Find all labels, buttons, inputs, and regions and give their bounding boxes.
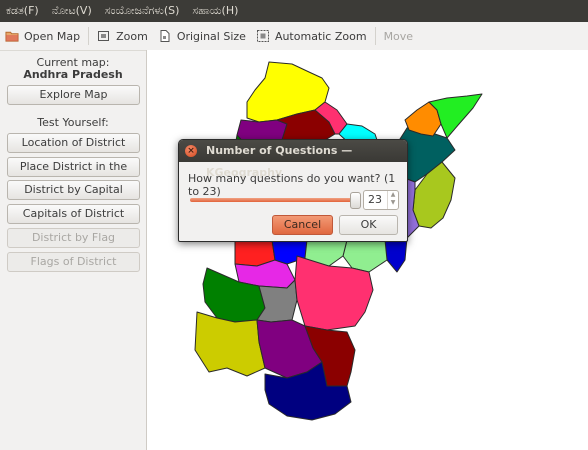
automatic-zoom-icon: [256, 29, 270, 43]
menu-file[interactable]: ಕಡತ(F): [0, 0, 46, 22]
toolbar: Open Map Zoom Original Size Automatic Zo…: [0, 22, 588, 51]
explore-map-button[interactable]: Explore Map: [7, 85, 140, 105]
test-yourself-label: Test Yourself:: [37, 116, 109, 129]
close-icon[interactable]: ×: [185, 145, 197, 157]
questions-slider-handle[interactable]: [350, 192, 361, 209]
sidebar: Current map: Andhra Pradesh Explore Map …: [0, 50, 146, 450]
folder-icon: [5, 29, 19, 43]
original-size-button[interactable]: Original Size: [153, 24, 251, 48]
place-district-button[interactable]: Place District in the Map: [7, 157, 140, 191]
menu-help[interactable]: ಸಹಾಯ(H): [186, 0, 245, 22]
move-label: Move: [383, 29, 414, 43]
original-size-label: Original Size: [176, 29, 246, 43]
toolbar-separator: [374, 27, 376, 45]
original-size-icon: [158, 29, 172, 43]
toolbar-separator: [88, 27, 90, 45]
current-map-name: Andhra Pradesh: [23, 68, 123, 81]
menu-settings[interactable]: ಸಂಯೋಜನೆಗಳು(S): [99, 0, 187, 22]
cancel-button[interactable]: Cancel: [272, 215, 333, 235]
ok-button[interactable]: OK: [339, 215, 398, 235]
automatic-zoom-label: Automatic Zoom: [274, 29, 367, 43]
district-olive: [194, 311, 266, 377]
zoom-label: Zoom: [116, 29, 148, 43]
move-button[interactable]: Move: [379, 24, 419, 48]
spin-arrows-icon[interactable]: ▲ ▼: [387, 191, 398, 209]
number-of-questions-dialog: × Number of Questions — KGeography How m…: [178, 139, 408, 242]
location-of-district-button[interactable]: Location of District: [7, 133, 140, 153]
flags-of-district-button[interactable]: Flags of District: [7, 252, 140, 272]
automatic-zoom-button[interactable]: Automatic Zoom: [251, 24, 372, 48]
district-by-flag-button[interactable]: District by Flag: [7, 228, 140, 248]
zoom-button[interactable]: Zoom: [92, 24, 153, 48]
andhra-pradesh-map[interactable]: [147, 50, 588, 450]
questions-spinbox-value: 23: [368, 193, 382, 206]
questions-spinbox[interactable]: 23 ▲ ▼: [363, 190, 399, 210]
dialog-titlebar: × Number of Questions — KGeography: [179, 140, 407, 179]
district-by-capital-button[interactable]: District by Capital: [7, 180, 140, 200]
district-lightgreen: [342, 239, 388, 273]
menu-bar: ಕಡತ(F) ನೋಟ(V) ಸಂಯೋಜನೆಗಳು(S) ಸಹಾಯ(H): [0, 0, 588, 22]
open-map-button[interactable]: Open Map: [0, 24, 85, 48]
questions-slider[interactable]: [190, 198, 356, 202]
zoom-icon: [97, 29, 111, 43]
menu-view[interactable]: ನೋಟ(V): [46, 0, 99, 22]
capitals-of-district-button[interactable]: Capitals of District: [7, 204, 140, 224]
open-map-label: Open Map: [24, 29, 81, 43]
map-canvas[interactable]: [146, 50, 588, 450]
